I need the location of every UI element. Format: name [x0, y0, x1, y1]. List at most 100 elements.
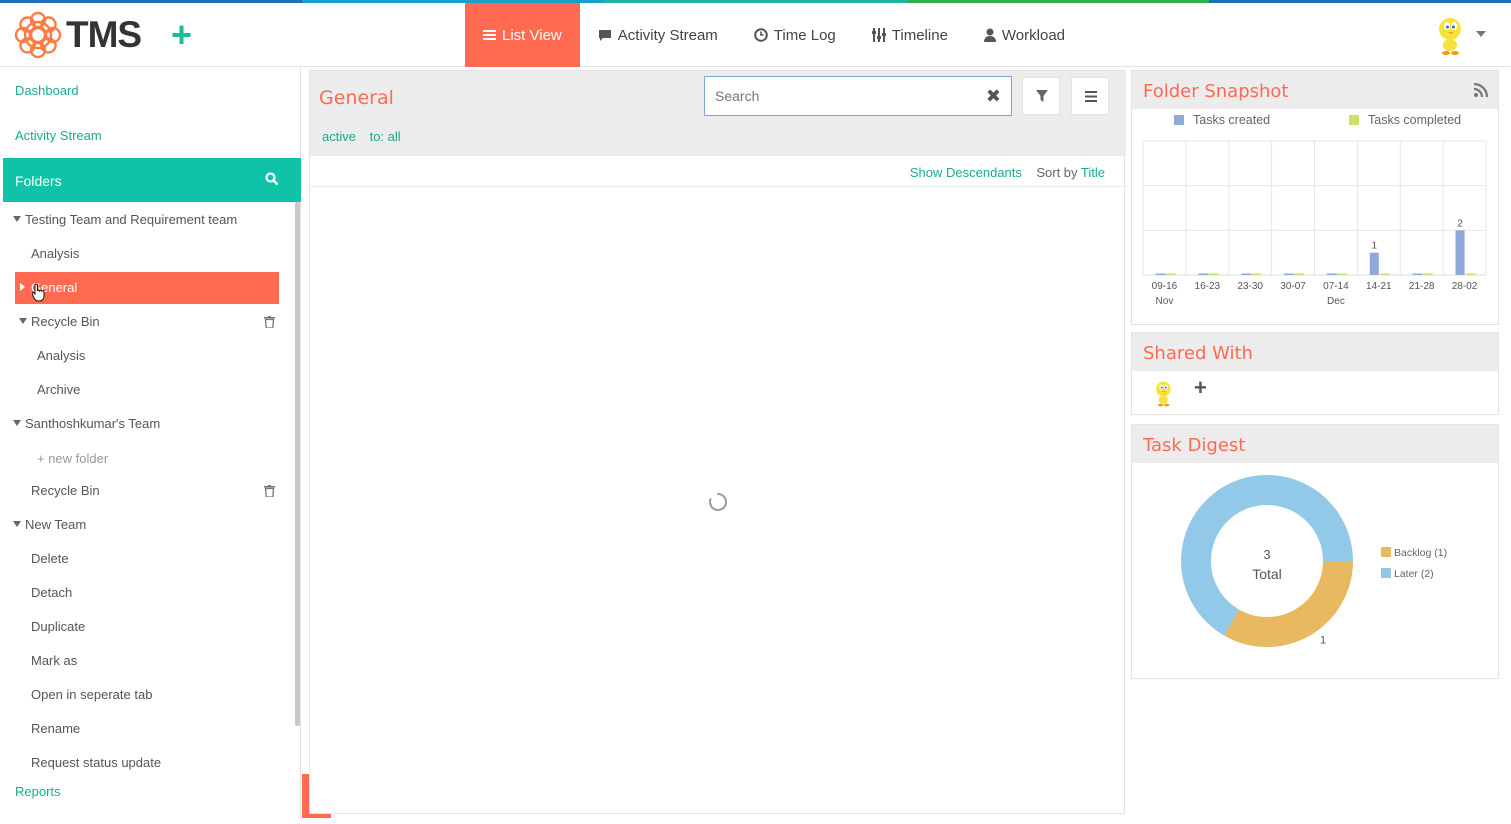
tab-time-log[interactable]: Time Log: [736, 3, 854, 67]
sort-field-link[interactable]: Title: [1081, 165, 1105, 180]
caret-down-icon: [13, 420, 21, 426]
loading-spinner-icon: [709, 493, 727, 511]
x-tick-label: 30-07: [1280, 281, 1306, 292]
user-avatar-icon[interactable]: [1433, 15, 1469, 55]
filter-tag-to[interactable]: to: all: [370, 129, 401, 144]
tree-item-recycle-bin[interactable]: Recycle Bin: [19, 314, 100, 329]
comment-icon: [598, 29, 611, 41]
tab-label: Timeline: [891, 26, 948, 44]
view-tabs: List View Activity Stream Time Log Timel…: [465, 3, 1083, 67]
tree-item-new-team[interactable]: New Team: [13, 517, 86, 532]
task-digest-title: Task Digest: [1143, 435, 1246, 456]
x-tick-label: 28-02: [1452, 281, 1478, 292]
x-tick-sublabel: Dec: [1327, 296, 1345, 307]
filter-icon: [1036, 90, 1048, 102]
slice-label: 1: [1320, 634, 1326, 646]
sliders-icon: [871, 28, 886, 42]
tab-label: Activity Stream: [617, 26, 718, 44]
tree-item-recycle-bin-2[interactable]: Recycle Bin: [31, 483, 100, 498]
bar-completed: [1294, 273, 1305, 275]
bar-created: [1155, 273, 1166, 275]
bar-completed: [1336, 273, 1347, 275]
legend-label: Backlog (1): [1394, 547, 1448, 559]
tree-item-label: New Team: [25, 517, 87, 532]
legend-label: Later (2): [1394, 568, 1434, 580]
context-item-detach[interactable]: Detach: [31, 585, 72, 600]
search-icon[interactable]: [265, 172, 279, 186]
context-item-mark-as[interactable]: Mark as: [31, 653, 77, 668]
context-item-rename[interactable]: Rename: [31, 721, 80, 736]
tab-label: List View: [502, 26, 562, 44]
tab-activity-stream[interactable]: Activity Stream: [580, 3, 736, 67]
folder-tree-scrollbar[interactable]: [295, 202, 300, 726]
user-menu-caret-icon[interactable]: [1476, 31, 1486, 37]
tab-timeline[interactable]: Timeline: [854, 3, 966, 67]
top-header: TMS + List View Activity Stream Time Log…: [0, 3, 1511, 67]
context-item-open-separate-tab[interactable]: Open in seperate tab: [31, 687, 152, 702]
caret-down-icon: [13, 216, 21, 222]
filter-tag-active[interactable]: active: [322, 129, 356, 144]
tree-item-recycle-analysis[interactable]: Analysis: [37, 348, 85, 363]
bar-completed: [1465, 273, 1476, 275]
bar-created: [1284, 273, 1295, 275]
folders-label: Folders: [15, 173, 62, 189]
bar-created: [1369, 252, 1379, 275]
bar-completed: [1165, 273, 1176, 275]
tree-item-testing-team[interactable]: Testing Team and Requirement team: [13, 212, 237, 227]
sort-prefix: Sort by: [1036, 165, 1078, 180]
x-tick-label: 21-28: [1409, 281, 1435, 292]
context-item-duplicate[interactable]: Duplicate: [31, 619, 85, 634]
menu-button[interactable]: [1071, 77, 1109, 115]
tree-item-analysis[interactable]: Analysis: [31, 246, 79, 261]
tab-workload[interactable]: Workload: [966, 3, 1083, 67]
bar-created: [1241, 273, 1252, 275]
mouse-cursor-icon: [32, 283, 45, 302]
sidebar-dashboard-link[interactable]: Dashboard: [15, 83, 79, 98]
folders-header: Folders: [3, 158, 301, 202]
digest-center-value: 3: [1263, 547, 1271, 562]
bar-created: [1326, 273, 1337, 275]
bar-created: [1455, 230, 1465, 275]
legend-later: Later (2): [1381, 568, 1434, 580]
tab-label: Workload: [1001, 26, 1066, 44]
rss-icon[interactable]: [1474, 83, 1488, 97]
sidebar-reports-link[interactable]: Reports: [15, 784, 61, 799]
context-item-delete[interactable]: Delete: [31, 551, 69, 566]
add-share-button[interactable]: +: [1194, 377, 1207, 399]
tms-logo-icon: [14, 11, 62, 59]
x-tick-label: 23-30: [1237, 281, 1263, 292]
x-tick-sublabel: Nov: [1156, 296, 1174, 307]
x-tick-label: 09-16: [1152, 281, 1178, 292]
tree-item-general[interactable]: General: [15, 272, 279, 304]
page-title: General: [319, 87, 394, 109]
trash-icon[interactable]: [264, 316, 275, 328]
caret-down-icon: [13, 521, 21, 527]
x-tick-label: 14-21: [1366, 281, 1392, 292]
search-box: ✖: [704, 76, 1012, 116]
tree-item-label: Testing Team and Requirement team: [25, 212, 238, 227]
clear-search-icon[interactable]: ✖: [986, 86, 1001, 106]
tree-item-santhoshkumars-team[interactable]: Santhoshkumar's Team: [13, 416, 160, 431]
add-task-button[interactable]: +: [171, 15, 192, 55]
sidebar-activity-stream-link[interactable]: Activity Stream: [15, 128, 102, 143]
divider: [310, 186, 1126, 187]
filter-button[interactable]: [1022, 77, 1060, 115]
context-item-request-status-update[interactable]: Request status update: [31, 755, 161, 770]
tab-list-view[interactable]: List View: [465, 3, 580, 67]
shared-user-avatar-icon[interactable]: [1152, 379, 1176, 407]
hamburger-icon: [1085, 91, 1097, 102]
tree-item-archive[interactable]: Archive: [37, 382, 80, 397]
search-input[interactable]: [715, 86, 975, 106]
filter-tags: active to: all: [322, 129, 411, 144]
legend-label: Tasks created: [1193, 113, 1271, 127]
x-tick-label: 16-23: [1195, 281, 1221, 292]
left-sidebar: Dashboard Activity Stream Folders Testin…: [3, 68, 301, 820]
legend-tasks-completed: Tasks completed: [1349, 113, 1461, 127]
show-descendants-link[interactable]: Show Descendants: [910, 165, 1022, 180]
new-folder-link[interactable]: + new folder: [37, 451, 108, 466]
task-digest-header: Task Digest: [1132, 425, 1498, 463]
legend-tasks-created: Tasks created: [1174, 113, 1270, 127]
legend-backlog: Backlog (1): [1381, 547, 1447, 559]
trash-icon[interactable]: [264, 485, 275, 497]
digest-center-label: Total: [1252, 566, 1282, 582]
